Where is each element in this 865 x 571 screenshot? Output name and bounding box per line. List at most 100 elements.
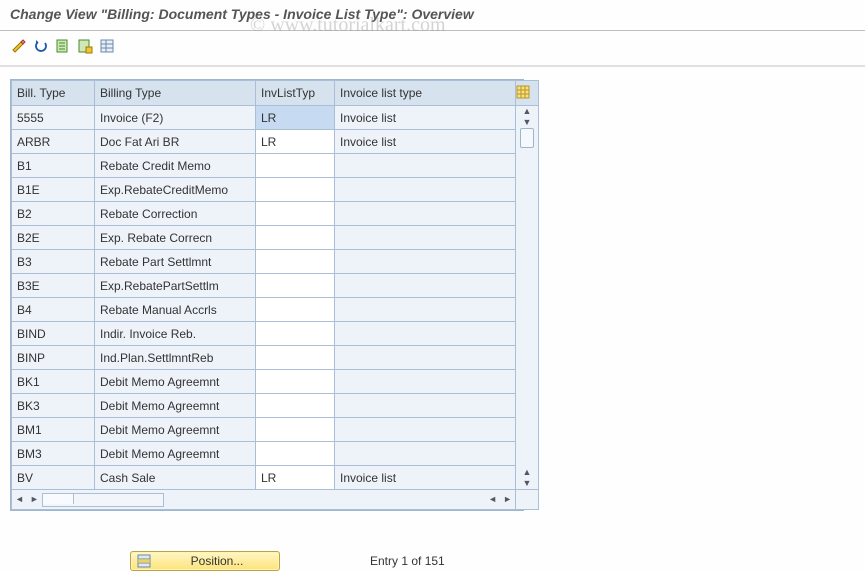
cell-bill-type[interactable]: BIND xyxy=(12,322,95,346)
scroll-up2-icon[interactable]: ▼ xyxy=(523,117,532,128)
vertical-scrollbar[interactable]: ▲▼▲▼ xyxy=(516,106,539,490)
table-row[interactable]: B2Rebate Correction xyxy=(12,202,539,226)
cell-invoice-list-type[interactable] xyxy=(335,274,516,298)
cell-bill-type[interactable]: BK1 xyxy=(12,370,95,394)
table-row[interactable]: B1EExp.RebateCreditMemo xyxy=(12,178,539,202)
cell-inv-list-typ[interactable] xyxy=(256,418,335,442)
position-button[interactable]: Position... xyxy=(130,551,280,571)
table-row[interactable]: B3EExp.RebatePartSettlm xyxy=(12,274,539,298)
cell-inv-list-typ[interactable] xyxy=(256,178,335,202)
table-row[interactable]: ARBRDoc Fat Ari BRLRInvoice list xyxy=(12,130,539,154)
table-row[interactable]: 5555Invoice (F2)LRInvoice list▲▼▲▼ xyxy=(12,106,539,130)
table-row[interactable]: BM1Debit Memo Agreemnt xyxy=(12,418,539,442)
table-row[interactable]: BINPInd.Plan.SettlmntReb xyxy=(12,346,539,370)
scroll-down2-icon[interactable]: ▲ xyxy=(523,467,532,478)
horizontal-scrollbar[interactable]: ◄►◄► xyxy=(12,492,515,508)
scroll-right-step-icon[interactable]: ► xyxy=(27,495,42,504)
cell-invoice-list-type[interactable]: Invoice list xyxy=(335,106,516,130)
col-invoice-list-type[interactable]: Invoice list type xyxy=(335,81,516,106)
cell-invoice-list-type[interactable] xyxy=(335,346,516,370)
scroll-down-icon[interactable]: ▼ xyxy=(523,478,532,489)
deselect-all-icon[interactable] xyxy=(76,37,94,55)
hscroll-track[interactable] xyxy=(42,493,164,507)
cell-inv-list-typ[interactable] xyxy=(256,346,335,370)
cell-bill-type[interactable]: 5555 xyxy=(12,106,95,130)
cell-billing-type[interactable]: Ind.Plan.SettlmntReb xyxy=(95,346,256,370)
cell-inv-list-typ[interactable] xyxy=(256,370,335,394)
select-all-icon[interactable] xyxy=(54,37,72,55)
cell-bill-type[interactable]: BK3 xyxy=(12,394,95,418)
cell-inv-list-typ[interactable]: LR xyxy=(256,106,335,130)
cell-bill-type[interactable]: B3 xyxy=(12,250,95,274)
table-row[interactable]: B1Rebate Credit Memo xyxy=(12,154,539,178)
cell-inv-list-typ[interactable] xyxy=(256,394,335,418)
cell-billing-type[interactable]: Rebate Manual Accrls xyxy=(95,298,256,322)
cell-billing-type[interactable]: Rebate Correction xyxy=(95,202,256,226)
cell-invoice-list-type[interactable] xyxy=(335,226,516,250)
cell-bill-type[interactable]: ARBR xyxy=(12,130,95,154)
cell-inv-list-typ[interactable] xyxy=(256,250,335,274)
cell-bill-type[interactable]: B1E xyxy=(12,178,95,202)
cell-inv-list-typ[interactable] xyxy=(256,442,335,466)
scroll-left-icon[interactable]: ◄ xyxy=(12,495,27,504)
cell-bill-type[interactable]: BM3 xyxy=(12,442,95,466)
cell-bill-type[interactable]: B2 xyxy=(12,202,95,226)
cell-billing-type[interactable]: Debit Memo Agreemnt xyxy=(95,394,256,418)
cell-invoice-list-type[interactable] xyxy=(335,178,516,202)
table-row[interactable]: B2EExp. Rebate Correcn xyxy=(12,226,539,250)
cell-bill-type[interactable]: BM1 xyxy=(12,418,95,442)
table-settings-icon[interactable] xyxy=(98,37,116,55)
cell-invoice-list-type[interactable] xyxy=(335,202,516,226)
table-row[interactable]: BVCash SaleLRInvoice list xyxy=(12,466,539,490)
cell-bill-type[interactable]: B3E xyxy=(12,274,95,298)
col-inv-list-typ[interactable]: InvListTyp xyxy=(256,81,335,106)
cell-billing-type[interactable]: Cash Sale xyxy=(95,466,256,490)
cell-billing-type[interactable]: Rebate Part Settlmnt xyxy=(95,250,256,274)
cell-invoice-list-type[interactable] xyxy=(335,370,516,394)
cell-billing-type[interactable]: Exp. Rebate Correcn xyxy=(95,226,256,250)
cell-invoice-list-type[interactable] xyxy=(335,322,516,346)
scroll-right-icon[interactable]: ► xyxy=(500,495,515,504)
cell-invoice-list-type[interactable] xyxy=(335,418,516,442)
table-row[interactable]: BINDIndir. Invoice Reb. xyxy=(12,322,539,346)
cell-billing-type[interactable]: Debit Memo Agreemnt xyxy=(95,418,256,442)
table-row[interactable]: BK3Debit Memo Agreemnt xyxy=(12,394,539,418)
cell-inv-list-typ[interactable] xyxy=(256,298,335,322)
cell-bill-type[interactable]: BV xyxy=(12,466,95,490)
cell-inv-list-typ[interactable] xyxy=(256,322,335,346)
cell-bill-type[interactable]: BINP xyxy=(12,346,95,370)
cell-billing-type[interactable]: Rebate Credit Memo xyxy=(95,154,256,178)
undo-icon[interactable] xyxy=(32,37,50,55)
scroll-thumb[interactable] xyxy=(520,128,534,148)
scroll-up-icon[interactable]: ▲ xyxy=(523,106,532,117)
scroll-left-step-icon[interactable]: ◄ xyxy=(485,495,500,504)
cell-invoice-list-type[interactable] xyxy=(335,442,516,466)
cell-billing-type[interactable]: Debit Memo Agreemnt xyxy=(95,442,256,466)
cell-inv-list-typ[interactable] xyxy=(256,202,335,226)
cell-billing-type[interactable]: Debit Memo Agreemnt xyxy=(95,370,256,394)
toggle-change-icon[interactable] xyxy=(10,37,28,55)
col-billing-type[interactable]: Billing Type xyxy=(95,81,256,106)
table-row[interactable]: BK1Debit Memo Agreemnt xyxy=(12,370,539,394)
cell-inv-list-typ[interactable]: LR xyxy=(256,130,335,154)
cell-billing-type[interactable]: Doc Fat Ari BR xyxy=(95,130,256,154)
table-row[interactable]: B3Rebate Part Settlmnt xyxy=(12,250,539,274)
cell-invoice-list-type[interactable] xyxy=(335,154,516,178)
configure-columns-button[interactable] xyxy=(516,81,539,106)
cell-bill-type[interactable]: B2E xyxy=(12,226,95,250)
cell-inv-list-typ[interactable] xyxy=(256,226,335,250)
cell-billing-type[interactable]: Exp.RebatePartSettlm xyxy=(95,274,256,298)
table-row[interactable]: BM3Debit Memo Agreemnt xyxy=(12,442,539,466)
hscroll-thumb[interactable] xyxy=(43,494,74,504)
cell-invoice-list-type[interactable]: Invoice list xyxy=(335,130,516,154)
cell-inv-list-typ[interactable] xyxy=(256,274,335,298)
cell-billing-type[interactable]: Exp.RebateCreditMemo xyxy=(95,178,256,202)
cell-invoice-list-type[interactable]: Invoice list xyxy=(335,466,516,490)
cell-billing-type[interactable]: Invoice (F2) xyxy=(95,106,256,130)
cell-bill-type[interactable]: B1 xyxy=(12,154,95,178)
col-bill-type[interactable]: Bill. Type xyxy=(12,81,95,106)
cell-invoice-list-type[interactable] xyxy=(335,394,516,418)
cell-bill-type[interactable]: B4 xyxy=(12,298,95,322)
cell-inv-list-typ[interactable]: LR xyxy=(256,466,335,490)
cell-inv-list-typ[interactable] xyxy=(256,154,335,178)
